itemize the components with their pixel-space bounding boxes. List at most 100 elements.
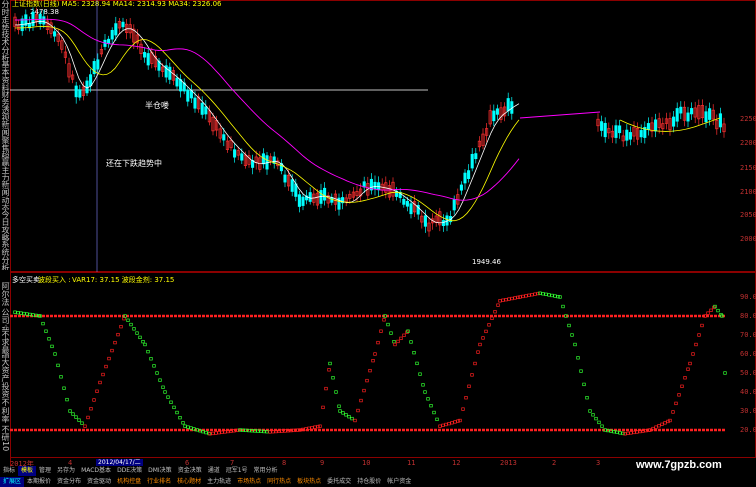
candle-body xyxy=(639,130,643,138)
oscillator-point xyxy=(141,339,145,344)
oscillator-point xyxy=(392,339,396,344)
oscillator-point xyxy=(220,430,224,434)
tab-macd[interactable]: MACD基本 xyxy=(78,466,114,476)
oscillator-point xyxy=(166,395,170,399)
oscillator-point xyxy=(86,415,90,420)
bottom-item[interactable]: 资金分布 xyxy=(54,477,84,487)
oscillator-point xyxy=(507,297,511,301)
candle-body xyxy=(200,102,204,115)
oscillator-point xyxy=(74,415,78,419)
oscillator-point xyxy=(396,339,400,344)
oscillator-point xyxy=(129,322,133,327)
candle-body xyxy=(204,106,208,115)
tab-champion[interactable]: 冠军1号 xyxy=(223,466,251,476)
oscillator-point xyxy=(110,348,114,353)
oscillator-point xyxy=(80,421,84,425)
oscillator-point xyxy=(56,363,60,368)
oscillator-point xyxy=(178,416,182,420)
oscillator-point xyxy=(478,342,482,347)
oscillator-point xyxy=(544,292,548,296)
oscillator-point xyxy=(132,327,136,331)
oscillator-point xyxy=(660,422,664,426)
oscillator-point xyxy=(570,333,574,337)
candle-body xyxy=(704,111,708,123)
candle-body xyxy=(193,97,197,109)
bottom-item[interactable]: 核心题材 xyxy=(174,477,204,487)
oscillator-point xyxy=(533,292,537,296)
oscillator-point xyxy=(626,431,630,435)
candle-body xyxy=(628,132,632,140)
oscillator-point xyxy=(126,318,130,322)
bottom-item[interactable]: 主力轨迹 xyxy=(204,477,234,487)
oscillator-point xyxy=(438,424,442,428)
ma14-line xyxy=(14,25,520,222)
oscillator-point xyxy=(709,308,713,312)
oscillator-point xyxy=(421,383,425,387)
bottom-item[interactable]: 本期报价 xyxy=(24,477,54,487)
candle-body xyxy=(85,80,89,94)
oscillator-point xyxy=(181,421,185,425)
candle-body xyxy=(409,203,413,215)
candle-body xyxy=(686,112,690,122)
tab-common[interactable]: 常用分析 xyxy=(251,466,281,476)
candle-body xyxy=(614,125,618,138)
bottom-item[interactable]: 持仓股价 xyxy=(354,477,384,487)
price-chart[interactable] xyxy=(0,0,756,272)
bottom-item[interactable]: 委托成交 xyxy=(324,477,354,487)
oscillator-point xyxy=(362,388,366,393)
candle-body xyxy=(672,116,676,127)
oscillator-point xyxy=(530,293,534,297)
bottom-item[interactable]: 资金驱动 xyxy=(84,477,114,487)
candle-body xyxy=(78,89,82,98)
oscillator-point xyxy=(674,401,678,406)
oscillator-point xyxy=(585,396,589,400)
bottom-item[interactable]: 机构控盘 xyxy=(114,477,144,487)
bottom-item[interactable]: 帐户资金 xyxy=(384,477,414,487)
oscillator-point xyxy=(412,351,416,355)
oscillator-point xyxy=(77,418,81,422)
oscillator-point xyxy=(138,335,142,340)
oscillator-point xyxy=(498,299,502,303)
oscillator-point xyxy=(418,372,422,376)
bottom-item[interactable]: 扩展区 xyxy=(0,477,25,487)
tab-save-as[interactable]: 另存为 xyxy=(54,466,78,476)
oscillator-point xyxy=(324,386,328,391)
candle-body xyxy=(718,113,722,128)
candle-body xyxy=(690,108,694,115)
oscillator-point xyxy=(600,424,604,428)
candle-body xyxy=(423,215,427,227)
tab-template[interactable]: 模板 xyxy=(18,466,37,476)
bottom-item[interactable]: 市场热点 xyxy=(234,477,264,487)
oscillator-point xyxy=(331,376,335,380)
candle-body xyxy=(452,199,456,211)
oscillator-point xyxy=(382,318,386,322)
bottom-item[interactable]: 行业排名 xyxy=(144,477,174,487)
oscillator-point xyxy=(402,333,406,337)
oscillator-point xyxy=(389,331,393,335)
tab-fund[interactable]: 资金决策 xyxy=(175,466,205,476)
oscillator-point xyxy=(149,357,153,361)
oscillator-point xyxy=(423,390,427,394)
candle-body xyxy=(143,52,147,58)
tab-dde[interactable]: DDE决策 xyxy=(114,466,145,476)
oscillator-point xyxy=(163,390,167,394)
tab-channel[interactable]: 通道 xyxy=(205,466,223,476)
oscillator-point xyxy=(706,311,710,315)
candle-body xyxy=(89,74,93,87)
tab-manage[interactable]: 管理 xyxy=(36,466,54,476)
candle-body xyxy=(402,198,406,205)
oscillator-point xyxy=(632,430,636,435)
oscillator-point xyxy=(594,416,598,421)
oscillator-point xyxy=(487,323,491,327)
bottom-item[interactable]: 同行热点 xyxy=(264,477,294,487)
tab-dmi[interactable]: DMI决策 xyxy=(145,466,175,476)
oscillator-point xyxy=(371,358,375,363)
candle-body xyxy=(107,38,111,44)
candle-body xyxy=(474,153,478,160)
bottom-item[interactable]: 板块热点 xyxy=(294,477,324,487)
oscillator-chart[interactable] xyxy=(0,272,756,458)
oscillator-point xyxy=(591,413,595,417)
oscillator-point xyxy=(83,424,87,428)
candle-body xyxy=(708,108,712,120)
tab-indicator[interactable]: 指标 xyxy=(0,466,18,476)
